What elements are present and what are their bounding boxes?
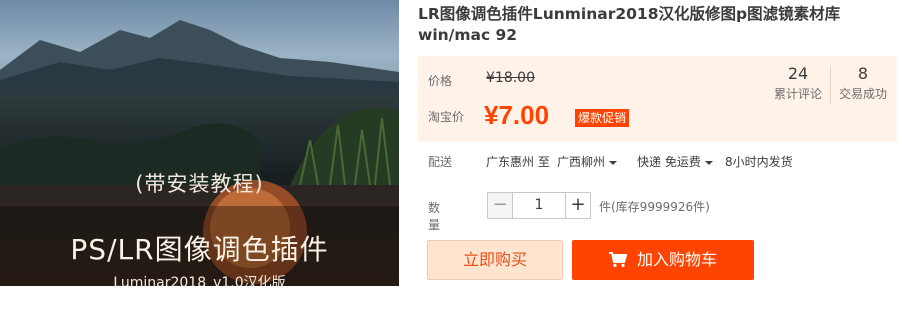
image-caption-tutorial: (带安装教程): [135, 172, 264, 196]
delivery-label: 配送: [428, 155, 453, 169]
buy-now-button[interactable]: 立即购买: [427, 240, 563, 280]
quantity-increase-button[interactable]: +: [565, 192, 591, 219]
image-caption-title: PS/LR图像调色插件: [70, 233, 329, 266]
quantity-label: 数量: [428, 201, 441, 232]
promo-badge: 爆款促销: [575, 109, 630, 127]
chevron-down-icon: [704, 160, 713, 165]
product-title: LR图像调色插件Lunminar2018汉化版修图p图滤镜素材库win/mac …: [418, 5, 841, 44]
review-count-label: 累计评论: [773, 87, 822, 101]
chevron-down-icon: [609, 160, 618, 165]
price-panel: 价格 ¥18.00 淘宝价 ¥7.00 爆款促销 24 累计评论 8 交易成功: [418, 56, 897, 142]
sales-count: 8: [857, 64, 869, 83]
current-price-label: 淘宝价: [428, 110, 465, 124]
sales-count-stat[interactable]: 8 交易成功: [834, 64, 892, 104]
add-to-cart-button[interactable]: 加入购物车: [572, 240, 754, 280]
quantity-decrease-button[interactable]: −: [487, 192, 513, 219]
product-image[interactable]: (带安装教程) PS/LR图像调色插件 Luminar2018_v1.0汉化版: [0, 0, 399, 286]
review-count: 24: [787, 64, 809, 83]
stock-count: 件(库存9999926件): [599, 200, 710, 214]
review-count-stat[interactable]: 24 累计评论: [770, 64, 826, 104]
quantity-input[interactable]: 1: [513, 192, 565, 219]
delivery-origin: 广东惠州 至: [486, 155, 550, 169]
cart-icon: [608, 243, 628, 283]
add-to-cart-label: 加入购物车: [636, 250, 717, 269]
stat-divider: [830, 66, 831, 104]
destination-select[interactable]: 广西柳州: [557, 152, 618, 172]
image-caption-version: Luminar2018_v1.0汉化版: [113, 275, 286, 286]
shipping-select[interactable]: 快递 免运费: [637, 152, 713, 172]
current-price: ¥7.00: [484, 100, 550, 130]
sales-count-label: 交易成功: [838, 87, 887, 101]
dispatch-time: 8小时内发货: [725, 155, 793, 169]
original-price-label: 价格: [428, 74, 453, 88]
original-price: ¥18.00: [486, 70, 535, 86]
shipping-value: 快递 免运费: [637, 155, 701, 169]
destination-value: 广西柳州: [557, 155, 606, 169]
